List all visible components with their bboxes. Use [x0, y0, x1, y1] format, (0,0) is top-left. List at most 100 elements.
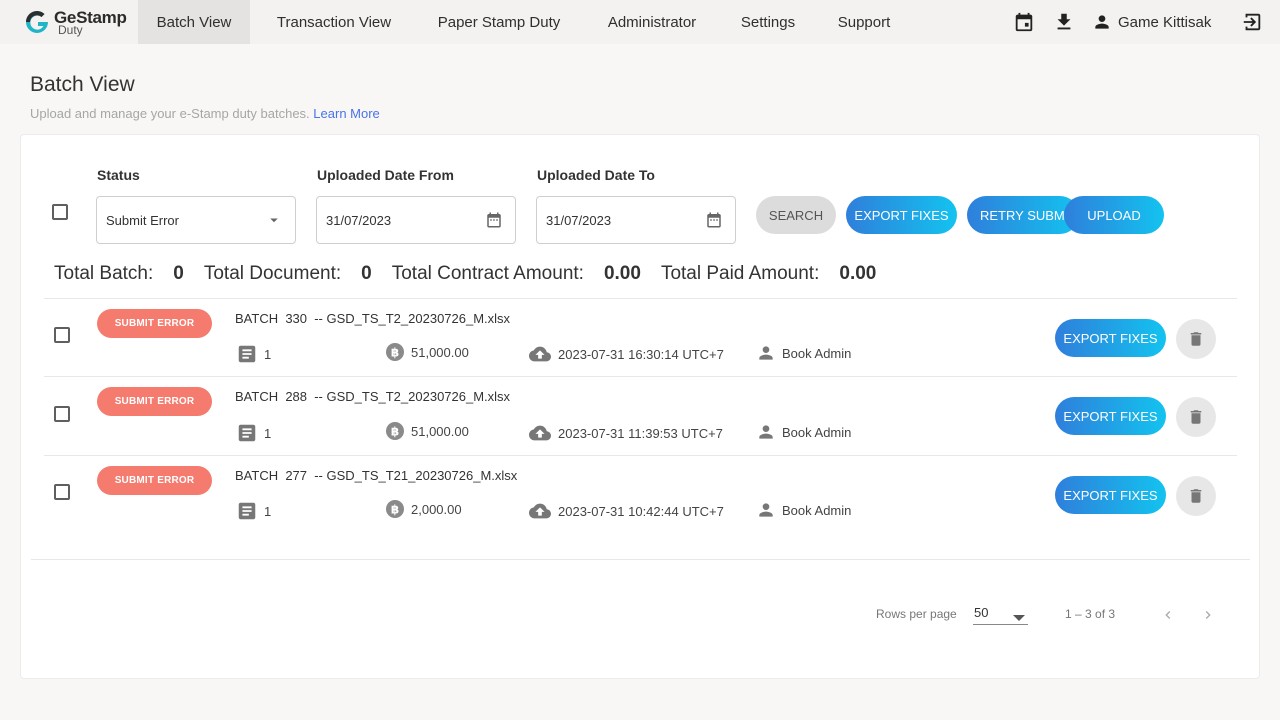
person-icon	[759, 346, 773, 360]
amount: ฿ 2,000.00	[385, 499, 462, 519]
total-batch-value: 0	[173, 263, 184, 284]
page-title: Batch View	[30, 73, 135, 96]
person-icon	[759, 425, 773, 439]
trash-icon	[1190, 410, 1202, 424]
table-row: SUBMIT ERROR BATCH 277 -- GSD_TS_T21_202…	[21, 456, 1261, 534]
document-count: 1	[236, 422, 271, 444]
uploaded-by-value: Book Admin	[782, 345, 852, 361]
delete-button[interactable]	[1176, 397, 1216, 437]
logout-icon[interactable]	[1240, 10, 1264, 34]
upload-time-value: 2023-07-31 10:42:44 UTC+7	[558, 503, 724, 519]
row-checkbox[interactable]	[54, 484, 70, 500]
next-page-icon[interactable]	[1198, 605, 1218, 625]
select-all-checkbox[interactable]	[52, 204, 68, 220]
batch-name: BATCH 277 -- GSD_TS_T21_20230726_M.xlsx	[235, 468, 518, 483]
svg-text:฿: ฿	[391, 503, 399, 517]
person-icon	[1095, 15, 1109, 29]
table-row: SUBMIT ERROR BATCH 330 -- GSD_TS_T2_2023…	[21, 299, 1261, 377]
chevron-down-icon	[1012, 610, 1026, 625]
date-to-label: Uploaded Date To	[537, 167, 655, 183]
batch-card: Status Submit Error Uploaded Date From 3…	[20, 134, 1260, 679]
nav-settings[interactable]: Settings	[728, 0, 808, 44]
download-icon[interactable]	[1052, 10, 1076, 34]
date-to-field[interactable]: 31/07/2023	[536, 196, 736, 244]
document-icon	[238, 345, 256, 363]
uploaded-by: Book Admin	[756, 500, 851, 520]
rows-per-page-value: 50	[974, 605, 989, 620]
totals-summary: Total Batch: 0 Total Document: 0 Total C…	[54, 263, 896, 285]
user-name: Game Kittisak	[1118, 13, 1212, 31]
date-from-label: Uploaded Date From	[317, 167, 454, 183]
pagination-range: 1 – 3 of 3	[1065, 607, 1116, 621]
upload-time: 2023-07-31 10:42:44 UTC+7	[528, 500, 724, 522]
baht-coin-icon: ฿	[386, 500, 404, 518]
status-select-value: Submit Error	[106, 212, 179, 228]
user-menu[interactable]: Game Kittisak	[1092, 0, 1211, 44]
batch-name: BATCH 330 -- GSD_TS_T2_20230726_M.xlsx	[235, 311, 511, 326]
status-badge: SUBMIT ERROR	[97, 466, 212, 495]
trash-icon	[1190, 489, 1202, 503]
row-export-fixes-button[interactable]: EXPORT FIXES	[1055, 476, 1166, 514]
upload-time-value: 2023-07-31 16:30:14 UTC+7	[558, 346, 724, 362]
person-icon	[759, 503, 773, 517]
export-fixes-button[interactable]: EXPORT FIXES	[846, 196, 957, 234]
total-paid-value: 0.00	[839, 263, 877, 284]
document-count-value: 1	[264, 425, 272, 441]
row-export-fixes-button[interactable]: EXPORT FIXES	[1055, 397, 1166, 435]
total-contract-label: Total Contract Amount:	[391, 263, 584, 284]
app-logo[interactable]: GeStamp Duty	[24, 5, 134, 39]
rows-per-page-select[interactable]: 50	[973, 601, 1028, 625]
cloud-upload-icon	[529, 346, 551, 362]
nav-paper-stamp-duty[interactable]: Paper Stamp Duty	[422, 0, 576, 44]
divider	[31, 559, 1250, 560]
status-label: Status	[97, 167, 140, 183]
document-icon	[238, 502, 256, 520]
nav-transaction-view[interactable]: Transaction View	[262, 0, 406, 44]
chevron-down-icon	[265, 211, 283, 232]
total-document-value: 0	[361, 263, 372, 284]
document-icon	[238, 424, 256, 442]
row-export-fixes-button[interactable]: EXPORT FIXES	[1055, 319, 1166, 357]
calendar-picker-icon[interactable]	[705, 211, 723, 232]
baht-coin-icon: ฿	[386, 422, 404, 440]
nav-batch-view[interactable]: Batch View	[138, 0, 250, 44]
total-contract-value: 0.00	[603, 263, 641, 284]
uploaded-by: Book Admin	[756, 422, 851, 442]
trash-icon	[1190, 332, 1202, 346]
row-checkbox[interactable]	[54, 327, 70, 343]
upload-time-value: 2023-07-31 11:39:53 UTC+7	[558, 425, 723, 441]
row-checkbox[interactable]	[54, 406, 70, 422]
amount-value: 2,000.00	[411, 501, 462, 517]
retry-submit-button[interactable]: RETRY SUBMIT	[967, 196, 1079, 234]
calendar-picker-icon[interactable]	[485, 211, 503, 232]
status-select[interactable]: Submit Error	[96, 196, 296, 244]
delete-button[interactable]	[1176, 476, 1216, 516]
prev-page-icon[interactable]	[1158, 605, 1178, 625]
total-batch-label: Total Batch:	[54, 263, 154, 284]
page-subtitle: Upload and manage your e-Stamp duty batc…	[30, 106, 380, 121]
delete-button[interactable]	[1176, 319, 1216, 359]
calendar-icon[interactable]	[1012, 10, 1036, 34]
svg-text:฿: ฿	[391, 425, 399, 439]
document-count-value: 1	[264, 346, 272, 362]
svg-text:฿: ฿	[391, 346, 399, 360]
amount: ฿ 51,000.00	[385, 342, 469, 362]
status-badge: SUBMIT ERROR	[97, 387, 212, 416]
uploaded-by-value: Book Admin	[782, 424, 852, 440]
search-button[interactable]: SEARCH	[756, 196, 836, 234]
nav-administrator[interactable]: Administrator	[592, 0, 712, 44]
cloud-upload-icon	[529, 503, 551, 519]
nav-support[interactable]: Support	[824, 0, 904, 44]
document-count: 1	[236, 500, 271, 522]
learn-more-link[interactable]: Learn More	[313, 106, 379, 121]
upload-button[interactable]: UPLOAD	[1064, 196, 1164, 234]
total-document-label: Total Document:	[203, 263, 342, 284]
cloud-upload-icon	[529, 425, 551, 441]
amount-value: 51,000.00	[411, 423, 469, 439]
document-count-value: 1	[264, 503, 272, 519]
total-paid-label: Total Paid Amount:	[660, 263, 820, 284]
date-from-value: 31/07/2023	[326, 212, 392, 228]
amount: ฿ 51,000.00	[385, 421, 469, 441]
top-nav-bar: GeStamp Duty Batch View Transaction View…	[0, 0, 1280, 44]
date-from-field[interactable]: 31/07/2023	[316, 196, 516, 244]
